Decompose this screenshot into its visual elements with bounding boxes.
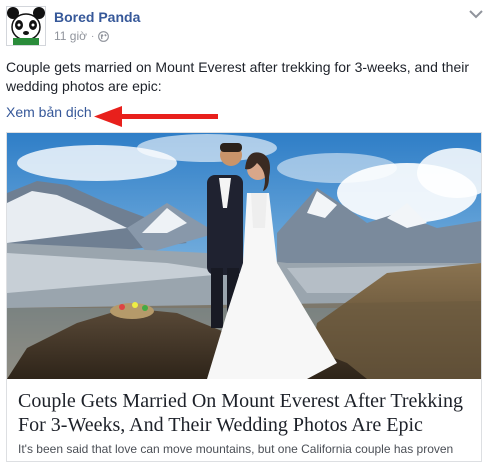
link-preview-card[interactable]: Couple Gets Married On Mount Everest Aft… [6,132,482,462]
post-timestamp[interactable]: 11 giờ [54,29,87,43]
wedding-photo[interactable] [7,133,481,379]
post-caption: Couple gets married on Mount Everest aft… [6,59,469,94]
meta-separator: · [91,30,95,42]
panda-logo-icon [7,7,45,45]
page-avatar[interactable] [6,6,46,46]
globe-icon[interactable] [98,30,110,42]
chevron-down-icon[interactable] [468,8,484,20]
link-preview-title[interactable]: Couple Gets Married On Mount Everest Aft… [18,389,474,437]
page-name-link[interactable]: Bored Panda [54,9,140,25]
facebook-post: Bored Panda 11 giờ · Couple gets married… [0,0,494,462]
red-arrow-icon [94,106,218,127]
link-preview-description: It's been said that love can move mounta… [18,442,454,456]
see-translation-link[interactable]: Xem bản dịch [6,104,92,120]
post-meta: 11 giờ · [54,29,110,43]
